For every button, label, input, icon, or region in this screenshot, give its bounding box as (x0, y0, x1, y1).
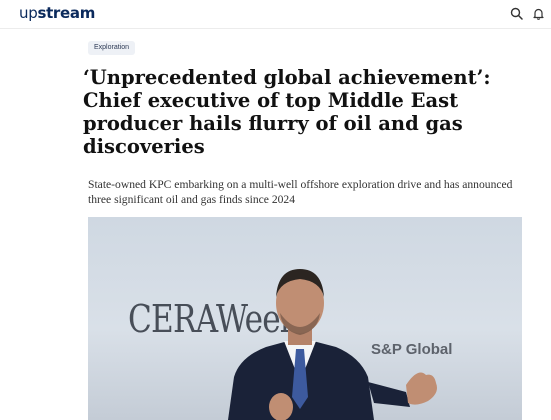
top-bar: upstream (0, 0, 551, 29)
speaker-illustration (228, 269, 437, 420)
search-icon[interactable] (510, 7, 523, 20)
logo-lead: up (19, 4, 38, 22)
article-standfirst: State-owned KPC embarking on a multi-wel… (88, 178, 513, 206)
upstream-logo[interactable]: upstream (19, 4, 95, 22)
category-tag[interactable]: Exploration (88, 41, 136, 55)
bell-icon[interactable] (532, 7, 545, 20)
logo-rest: stream (37, 4, 96, 22)
article-headline: ‘Unprecedented global achievement’: Chie… (83, 66, 491, 158)
header-actions (510, 7, 545, 20)
hero-image: CERAWeek S&P Global (88, 217, 522, 420)
